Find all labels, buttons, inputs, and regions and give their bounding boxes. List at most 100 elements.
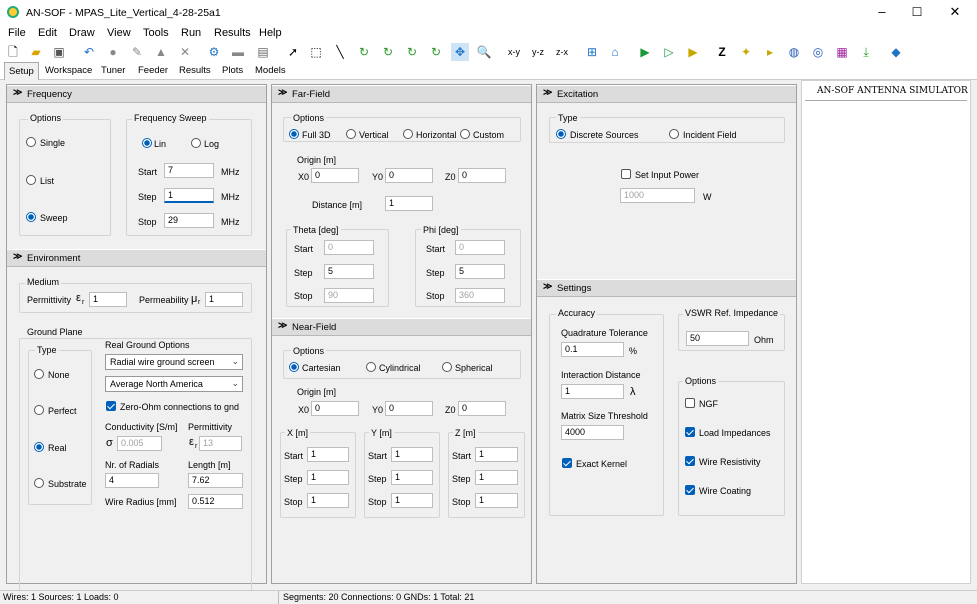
select-box-icon[interactable]: ⬚ <box>307 43 325 61</box>
freq-start-input[interactable]: 7 <box>164 163 214 178</box>
pointer-icon[interactable]: ➚ <box>284 43 302 61</box>
quadrature-tolerance-input[interactable]: 0.1 <box>561 342 624 357</box>
nr-radials-input[interactable]: 4 <box>105 473 159 488</box>
tab-setup[interactable]: Setup <box>4 62 39 80</box>
collapse-chevron-icon[interactable]: ≫ <box>278 88 287 97</box>
phi-stop-input[interactable]: 360 <box>455 288 505 303</box>
custom-radio[interactable] <box>460 129 470 139</box>
near-z0-input[interactable]: 0 <box>458 401 506 416</box>
freq-stop-input[interactable]: 29 <box>164 213 214 228</box>
view-xy-button[interactable]: x-y <box>504 43 524 61</box>
list-radio[interactable] <box>26 175 36 185</box>
grid-view-icon[interactable]: ⊞ <box>583 43 601 61</box>
sweep-radio[interactable] <box>26 212 36 222</box>
incident-field-radio[interactable] <box>669 129 679 139</box>
home-icon[interactable]: ⌂ <box>606 43 624 61</box>
rotate-z-icon[interactable]: ↻ <box>403 43 421 61</box>
collapse-chevron-icon[interactable]: ≫ <box>543 282 552 291</box>
impedance-icon[interactable]: Z <box>713 43 731 61</box>
undo-icon[interactable]: ↶ <box>80 43 98 61</box>
tab-models[interactable]: Models <box>255 65 286 76</box>
close-window-button[interactable]: ✕ <box>945 4 965 20</box>
ground-perfect-radio[interactable] <box>34 405 44 415</box>
menu-draw[interactable]: Draw <box>69 27 95 39</box>
radial-screen-select[interactable]: Radial wire ground screen ⌄ <box>105 354 243 370</box>
rotate-x-icon[interactable]: ↻ <box>355 43 373 61</box>
lin-radio[interactable] <box>142 138 152 148</box>
settings-gear-icon[interactable]: ⚙ <box>205 43 223 61</box>
info-cube-icon[interactable]: ◆ <box>887 43 905 61</box>
minimize-button[interactable]: – <box>872 4 892 20</box>
export-icon[interactable]: ⤓ <box>857 43 875 61</box>
z-stop-input[interactable]: 1 <box>475 493 518 508</box>
new-file-icon[interactable]: 🗋 <box>4 43 22 61</box>
far-z0-input[interactable]: 0 <box>458 168 506 183</box>
far-field-section-header[interactable]: ≫ Far-Field <box>272 85 531 103</box>
log-radio[interactable] <box>191 138 201 148</box>
full3d-radio[interactable] <box>289 129 299 139</box>
menu-tools[interactable]: Tools <box>143 27 169 39</box>
set-input-power-checkbox[interactable] <box>621 169 631 179</box>
phi-step-input[interactable]: 5 <box>455 264 505 279</box>
collapse-chevron-icon[interactable]: ≫ <box>13 252 22 261</box>
open-folder-icon[interactable]: ▰ <box>27 43 45 61</box>
tab-results[interactable]: Results <box>179 65 211 76</box>
pan-icon[interactable]: ✥ <box>451 43 469 61</box>
conductivity-input[interactable]: 0.005 <box>117 436 162 451</box>
rotate-y-icon[interactable]: ↻ <box>379 43 397 61</box>
x-start-input[interactable]: 1 <box>307 447 349 462</box>
view-yz-button[interactable]: y-z <box>528 43 548 61</box>
medium-permeability-input[interactable]: 1 <box>205 292 243 307</box>
ground-substrate-radio[interactable] <box>34 478 44 488</box>
line-icon[interactable]: ╲ <box>331 43 349 61</box>
y-start-input[interactable]: 1 <box>391 447 433 462</box>
collapse-chevron-icon[interactable]: ≫ <box>543 88 552 97</box>
menu-run[interactable]: Run <box>181 27 201 39</box>
vertical-radio[interactable] <box>346 129 356 139</box>
single-radio[interactable] <box>26 137 36 147</box>
tab-plots[interactable]: Plots <box>222 65 243 76</box>
ground-none-radio[interactable] <box>34 369 44 379</box>
near-y0-input[interactable]: 0 <box>385 401 433 416</box>
frequency-section-header[interactable]: ≫ Frequency <box>7 85 266 103</box>
z-start-input[interactable]: 1 <box>475 447 518 462</box>
menu-view[interactable]: View <box>107 27 131 39</box>
settings-section-header[interactable]: ≫ Settings <box>537 279 796 297</box>
polar-plot-icon[interactable]: ◎ <box>809 43 827 61</box>
load-impedances-checkbox[interactable] <box>685 427 695 437</box>
near-x0-input[interactable]: 0 <box>311 401 359 416</box>
menu-results[interactable]: Results <box>214 27 251 39</box>
menu-help[interactable]: Help <box>259 27 282 39</box>
soil-type-select[interactable]: Average North America ⌄ <box>105 376 243 392</box>
delete-icon[interactable]: ✕ <box>176 43 194 61</box>
vswr-impedance-input[interactable]: 50 <box>686 331 749 346</box>
pattern-3d-icon[interactable]: ◍ <box>785 43 803 61</box>
discrete-sources-radio[interactable] <box>556 129 566 139</box>
interaction-distance-input[interactable]: 1 <box>561 384 624 399</box>
field-icon[interactable]: ▸ <box>761 43 779 61</box>
x-step-input[interactable]: 1 <box>307 470 349 485</box>
theta-stop-input[interactable]: 90 <box>324 288 374 303</box>
far-y0-input[interactable]: 0 <box>385 168 433 183</box>
tab-workspace[interactable]: Workspace <box>45 65 92 76</box>
run-step-icon[interactable]: ▷ <box>660 43 678 61</box>
freq-step-input[interactable]: 1 <box>164 188 214 203</box>
save-icon[interactable]: ▣ <box>50 43 68 61</box>
medium-permittivity-input[interactable]: 1 <box>89 292 127 307</box>
zero-ohm-checkbox[interactable] <box>106 401 116 411</box>
cartesian-radio[interactable] <box>289 362 299 372</box>
far-x0-input[interactable]: 0 <box>311 168 359 183</box>
menu-file[interactable]: File <box>8 27 26 39</box>
current-icon[interactable]: ✦ <box>737 43 755 61</box>
x-stop-input[interactable]: 1 <box>307 493 349 508</box>
maximize-button[interactable]: ☐ <box>907 4 927 20</box>
y-stop-input[interactable]: 1 <box>391 493 433 508</box>
z-step-input[interactable]: 1 <box>475 470 518 485</box>
near-field-section-header[interactable]: ≫ Near-Field <box>272 318 531 336</box>
rotate-3d-icon[interactable]: ↻ <box>427 43 445 61</box>
wire-radius-input[interactable]: 0.512 <box>188 494 243 509</box>
ngf-checkbox[interactable] <box>685 398 695 408</box>
spherical-radio[interactable] <box>442 362 452 372</box>
ground-permittivity-input[interactable]: 13 <box>199 436 242 451</box>
collapse-chevron-icon[interactable]: ≫ <box>13 88 22 97</box>
